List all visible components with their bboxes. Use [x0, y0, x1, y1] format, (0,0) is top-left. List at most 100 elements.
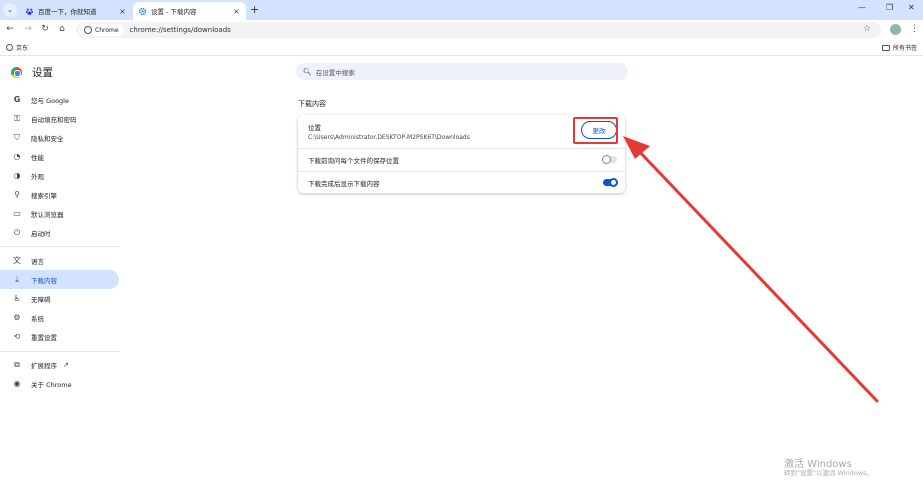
menu-kebab-icon[interactable]: ⋮: [910, 24, 919, 34]
sidebar-item-label: 系统: [31, 314, 44, 323]
sidebar-item-label: 重置设置: [31, 333, 57, 342]
chrome-logo-icon: [11, 67, 22, 78]
plus-icon: +: [250, 3, 260, 16]
avatar[interactable]: [890, 24, 901, 35]
all-bookmarks-button[interactable]: 所有书签: [881, 43, 917, 52]
sidebar-item-autofill[interactable]: ⚿ 自动填充和密码: [0, 109, 119, 128]
activation-watermark-subtitle: 转到"设置"以激活 Windows。: [784, 469, 874, 477]
sidebar-item-accessibility[interactable]: ♿︎ 无障碍: [0, 289, 119, 308]
sidebar-item-appearance[interactable]: ◑ 外观: [0, 166, 119, 185]
sidebar-item-default-browser[interactable]: ▭ 默认浏览器: [0, 204, 119, 223]
close-icon[interactable]: ×: [232, 7, 241, 16]
minimize-button[interactable]: —: [858, 3, 866, 12]
annotation-highlight-box: [573, 117, 618, 144]
sidebar-item-label: 默认浏览器: [31, 210, 64, 219]
power-icon: ⏻: [13, 227, 21, 237]
sidebar-item-search-engine[interactable]: ⚲ 搜索引擎: [0, 185, 119, 204]
search-placeholder: 在设置中搜索: [315, 68, 355, 77]
address-bar[interactable]: Chrome chrome://settings/downloads ☆: [76, 22, 881, 38]
search-icon: 🔍︎: [303, 67, 312, 76]
restore-button[interactable]: ❐: [886, 3, 893, 12]
all-bookmarks-label: 所有书签: [892, 45, 917, 52]
accessibility-icon: ♿︎: [13, 294, 21, 303]
restore-icon: ❐: [886, 3, 894, 12]
globe-icon: [6, 44, 13, 51]
tab-strip: ⌄ 百度一下，你就知道 × 设置 - 下载内容 × + — ❐ ✕: [0, 0, 923, 20]
wrench-icon: ⚙: [13, 313, 21, 322]
browser-window-icon: ▭: [13, 209, 21, 218]
arrow-right-icon: →: [24, 24, 32, 34]
translate-icon: 文: [13, 256, 21, 265]
show-when-done-row[interactable]: 下载完成后显示下载内容: [298, 171, 625, 193]
sidebar-item-about[interactable]: ◉ 关于 Chrome: [0, 374, 119, 393]
bookmark-star-icon[interactable]: ☆: [863, 24, 871, 34]
close-window-button[interactable]: ✕: [908, 3, 915, 12]
folder-icon: [881, 44, 890, 51]
reset-icon: ⟲: [13, 332, 21, 341]
sidebar-item-languages[interactable]: 文 语言: [0, 251, 119, 270]
toggle-knob: [602, 155, 611, 164]
arrow-left-icon: ←: [6, 24, 14, 34]
back-button[interactable]: ←: [4, 24, 16, 34]
reload-button[interactable]: ↻: [39, 24, 51, 34]
sidebar-item-label: 性能: [31, 153, 44, 162]
show-when-done-toggle[interactable]: [603, 178, 618, 187]
download-icon: ⤓: [15, 274, 19, 284]
sidebar-item-label: 隐私和安全: [31, 134, 64, 143]
sidebar-divider: [0, 351, 120, 352]
page-title: 设置: [32, 67, 53, 79]
chrome-icon: [84, 26, 92, 34]
bookmarks-bar: 京东 所有书签: [0, 40, 923, 56]
sidebar-item-downloads[interactable]: ⤓ 下载内容: [0, 270, 119, 289]
settings-header: 设置: [11, 65, 53, 80]
ask-before-download-toggle[interactable]: [602, 155, 617, 164]
chip-label: Chrome: [95, 26, 119, 34]
url-text[interactable]: chrome://settings/downloads: [130, 26, 231, 34]
tab-settings-downloads[interactable]: 设置 - 下载内容 ×: [133, 2, 246, 20]
show-when-done-label: 下载完成后显示下载内容: [308, 179, 380, 188]
close-icon: ✕: [908, 3, 915, 12]
sidebar-item-label: 启动时: [31, 229, 51, 238]
site-info-chip[interactable]: Chrome: [79, 24, 124, 36]
minimize-icon: —: [858, 3, 866, 12]
home-button[interactable]: ⌂: [56, 24, 68, 34]
sidebar-divider: [0, 246, 120, 247]
tab-baidu[interactable]: 百度一下，你就知道 ×: [20, 2, 132, 20]
sidebar-item-label: 下载内容: [31, 276, 57, 285]
bookmark-label: 京东: [16, 45, 29, 52]
sidebar-item-extensions[interactable]: ⧉ 扩展程序 ↗: [0, 355, 119, 374]
location-path: C:\Users\Administrator.DESKTOP-M2PSK6T\D…: [308, 133, 470, 141]
bookmark-jd[interactable]: 京东: [6, 43, 28, 52]
sidebar-item-label: 语言: [31, 257, 44, 266]
chrome-icon: ◉: [13, 379, 21, 388]
sidebar-item-label: 关于 Chrome: [31, 380, 72, 389]
tab-title: 百度一下，你就知道: [38, 8, 97, 16]
ask-before-download-row[interactable]: 下载前询问每个文件的保存位置: [298, 148, 625, 170]
baidu-paw-icon: [25, 7, 34, 16]
sidebar-item-performance[interactable]: ◔ 性能: [0, 147, 119, 166]
close-icon[interactable]: ×: [118, 7, 127, 16]
sidebar-item-google[interactable]: G 您与 Google: [0, 90, 119, 109]
settings-search-input[interactable]: 🔍︎ 在设置中搜索: [296, 63, 628, 80]
forward-button[interactable]: →: [22, 24, 34, 34]
external-link-icon: ↗: [63, 360, 69, 369]
speedometer-icon: ◔: [13, 152, 21, 161]
palette-icon: ◑: [13, 171, 21, 180]
sidebar-item-label: 自动填充和密码: [31, 115, 77, 124]
gear-icon: [138, 7, 147, 16]
sidebar-item-system[interactable]: ⚙ 系统: [0, 308, 119, 327]
search-icon: ⚲: [14, 190, 20, 199]
tab-title: 设置 - 下载内容: [151, 8, 197, 16]
puzzle-icon: ⧉: [14, 359, 20, 369]
sidebar-item-label: 您与 Google: [31, 96, 69, 105]
toggle-knob: [609, 178, 618, 187]
sidebar-item-reset[interactable]: ⟲ 重置设置: [0, 327, 119, 346]
section-title: 下载内容: [298, 100, 326, 108]
sidebar-item-privacy[interactable]: ⛉ 隐私和安全: [0, 128, 119, 147]
chevron-down-icon: ⌄: [7, 6, 13, 14]
sidebar-item-label: 扩展程序: [31, 361, 57, 370]
sidebar-item-on-startup[interactable]: ⏻ 启动时: [0, 223, 119, 242]
google-g-icon: G: [13, 95, 21, 104]
new-tab-button[interactable]: +: [250, 3, 259, 16]
tab-search-button[interactable]: ⌄: [3, 3, 17, 17]
